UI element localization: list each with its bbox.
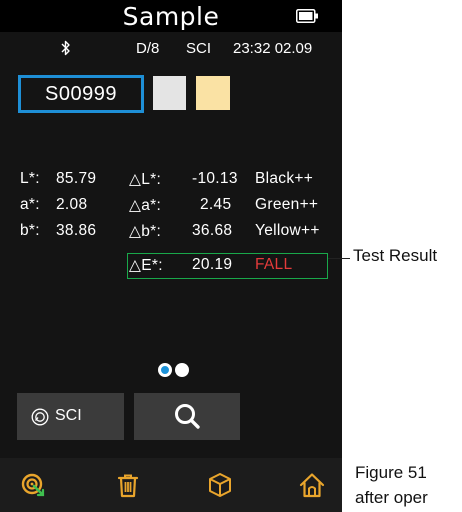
- caption-line-1: Figure 51: [355, 463, 427, 482]
- delta-b-label: △b*:: [129, 223, 162, 240]
- bottom-nav: [0, 458, 342, 512]
- pass-fail-status: FALL: [255, 256, 293, 273]
- nav-data-button[interactable]: [190, 458, 250, 512]
- nav-measure-button[interactable]: [4, 458, 64, 512]
- status-bar: D/8 SCI 23:32 02.09: [0, 36, 342, 60]
- title-bar: Sample: [0, 0, 342, 32]
- nav-delete-button[interactable]: [98, 458, 158, 512]
- a-star-label: a*:: [20, 196, 40, 213]
- delta-e-label: △E*:: [129, 257, 163, 274]
- b-star-label: b*:: [20, 222, 40, 239]
- nav-home-button[interactable]: [282, 458, 342, 512]
- page-dot[interactable]: [175, 363, 189, 377]
- measure-mode: SCI: [186, 40, 212, 57]
- trash-icon: [117, 474, 139, 498]
- delta-b-value: 36.68: [192, 222, 233, 239]
- home-icon: [299, 473, 325, 498]
- l-star-label: L*:: [20, 170, 40, 187]
- b-star-value: 38.86: [56, 222, 97, 239]
- measure-mode-icon: [31, 408, 49, 426]
- measure-geometry: D/8: [136, 40, 160, 57]
- figure: Sample D/8 SCI 23:32 02.09 S00999 L*: 85…: [0, 0, 462, 512]
- clock: 23:32 02.09: [233, 40, 313, 57]
- device-screen: Sample D/8 SCI 23:32 02.09 S00999 L*: 85…: [0, 0, 342, 512]
- sci-mode-button[interactable]: SCI: [17, 393, 124, 440]
- box-icon: [209, 473, 231, 497]
- battery-icon: [296, 9, 318, 23]
- measure-target-icon: [21, 473, 45, 497]
- delta-l-note: Black++: [255, 170, 314, 187]
- a-star-value: 2.08: [56, 196, 88, 213]
- delta-a-value: 2.45: [200, 196, 232, 213]
- page-dot-active[interactable]: [158, 363, 172, 377]
- sci-mode-label: SCI: [55, 407, 82, 424]
- search-icon: [175, 404, 200, 429]
- page-indicator[interactable]: [158, 363, 192, 377]
- caption-line-2: after oper: [355, 488, 428, 507]
- page-title: Sample: [122, 2, 220, 31]
- bluetooth-icon: [61, 40, 70, 56]
- sample-id[interactable]: S00999: [18, 75, 144, 113]
- search-button[interactable]: [134, 393, 240, 440]
- figure-caption: Figure 51 after oper: [355, 460, 462, 510]
- delta-a-label: △a*:: [129, 197, 162, 214]
- delta-b-note: Yellow++: [255, 222, 320, 239]
- callout-label: Test Result: [353, 246, 438, 265]
- delta-l-label: △L*:: [129, 171, 162, 188]
- delta-e-value: 20.19: [192, 256, 233, 273]
- delta-l-value: -10.13: [192, 170, 238, 187]
- sample-color-swatch: [196, 76, 230, 110]
- standard-color-swatch: [153, 76, 186, 110]
- delta-a-note: Green++: [255, 196, 319, 213]
- callout-line: [328, 258, 350, 259]
- l-star-value: 85.79: [56, 170, 97, 187]
